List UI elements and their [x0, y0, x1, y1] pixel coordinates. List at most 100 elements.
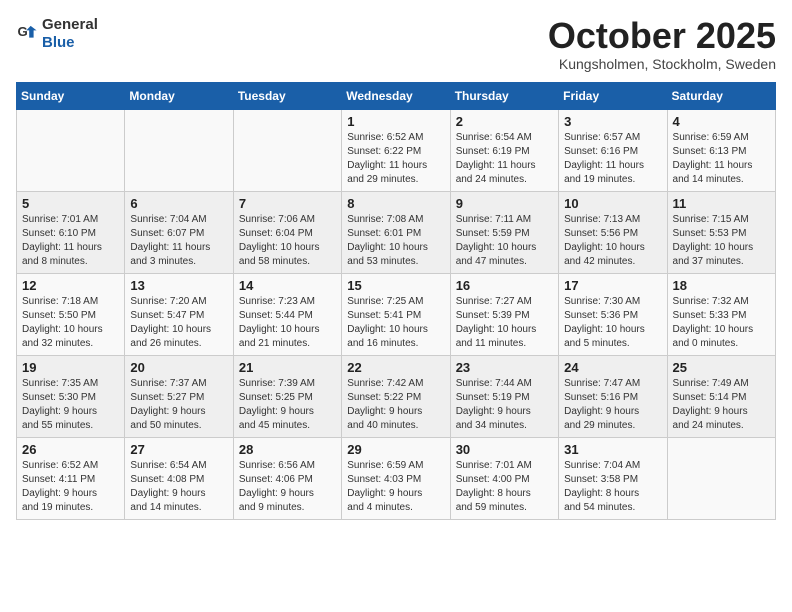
day-number: 26	[22, 442, 119, 457]
day-info: Sunrise: 7:44 AM Sunset: 5:19 PM Dayligh…	[456, 377, 553, 433]
calendar-header-row: SundayMondayTuesdayWednesdayThursdayFrid…	[17, 82, 776, 109]
logo-blue: Blue	[42, 34, 75, 51]
day-number: 13	[130, 278, 227, 293]
calendar-cell: 14 Sunrise: 7:23 AM Sunset: 5:44 PM Dayli…	[233, 273, 341, 355]
day-header-sunday: Sunday	[17, 82, 125, 109]
calendar-cell: 7 Sunrise: 7:06 AM Sunset: 6:04 PM Daylig…	[233, 191, 341, 273]
day-number: 8	[347, 196, 444, 211]
location-title: Kungsholmen, Stockholm, Sweden	[548, 56, 776, 72]
day-info: Sunrise: 6:59 AM Sunset: 6:13 PM Dayligh…	[673, 131, 770, 187]
calendar-cell: 2 Sunrise: 6:54 AM Sunset: 6:19 PM Daylig…	[450, 109, 558, 191]
day-number: 6	[130, 196, 227, 211]
day-info: Sunrise: 7:32 AM Sunset: 5:33 PM Dayligh…	[673, 295, 770, 351]
calendar-cell: 12 Sunrise: 7:18 AM Sunset: 5:50 PM Dayli…	[17, 273, 125, 355]
day-info: Sunrise: 7:01 AM Sunset: 4:00 PM Dayligh…	[456, 459, 553, 515]
day-header-monday: Monday	[125, 82, 233, 109]
calendar-cell: 29 Sunrise: 6:59 AM Sunset: 4:03 PM Dayli…	[342, 437, 450, 519]
day-number: 29	[347, 442, 444, 457]
calendar-cell: 21Sunrise: 7:39 AM Sunset: 5:25 PM Dayli…	[233, 355, 341, 437]
calendar-cell: 19Sunrise: 7:35 AM Sunset: 5:30 PM Dayli…	[17, 355, 125, 437]
day-info: Sunrise: 7:11 AM Sunset: 5:59 PM Dayligh…	[456, 213, 553, 269]
day-info: Sunrise: 7:18 AM Sunset: 5:50 PM Dayligh…	[22, 295, 119, 351]
day-number: 21	[239, 360, 336, 375]
day-number: 15	[347, 278, 444, 293]
day-header-wednesday: Wednesday	[342, 82, 450, 109]
day-number: 28	[239, 442, 336, 457]
day-number: 18	[673, 278, 770, 293]
calendar-cell: 26 Sunrise: 6:52 AM Sunset: 4:11 PM Dayli…	[17, 437, 125, 519]
day-number: 5	[22, 196, 119, 211]
page-header: G General Blue October 2025 Kungsholmen,…	[16, 16, 776, 72]
day-number: 24	[564, 360, 661, 375]
calendar-cell: 4 Sunrise: 6:59 AM Sunset: 6:13 PM Daylig…	[667, 109, 775, 191]
logo-general: General	[42, 16, 98, 33]
calendar-cell: 17 Sunrise: 7:30 AM Sunset: 5:36 PM Dayli…	[559, 273, 667, 355]
day-number: 17	[564, 278, 661, 293]
day-number: 14	[239, 278, 336, 293]
calendar-cell: 5 Sunrise: 7:01 AM Sunset: 6:10 PM Daylig…	[17, 191, 125, 273]
calendar-cell: 27Sunrise: 6:54 AM Sunset: 4:08 PM Dayli…	[125, 437, 233, 519]
day-info: Sunrise: 7:37 AM Sunset: 5:27 PM Dayligh…	[130, 377, 227, 433]
calendar-cell: 20 Sunrise: 7:37 AM Sunset: 5:27 PM Dayli…	[125, 355, 233, 437]
logo-text: General Blue	[42, 16, 98, 52]
day-number: 22	[347, 360, 444, 375]
day-number: 4	[673, 114, 770, 129]
calendar-cell: 10Sunrise: 7:13 AM Sunset: 5:56 PM Dayli…	[559, 191, 667, 273]
calendar-cell: 3 Sunrise: 6:57 AM Sunset: 6:16 PM Daylig…	[559, 109, 667, 191]
day-number: 1	[347, 114, 444, 129]
day-info: Sunrise: 7:25 AM Sunset: 5:41 PM Dayligh…	[347, 295, 444, 351]
calendar-cell: 28 Sunrise: 6:56 AM Sunset: 4:06 PM Dayli…	[233, 437, 341, 519]
day-number: 7	[239, 196, 336, 211]
logo: G General Blue	[16, 16, 98, 52]
day-number: 11	[673, 196, 770, 211]
day-info: Sunrise: 7:42 AM Sunset: 5:22 PM Dayligh…	[347, 377, 444, 433]
calendar-week-2: 5 Sunrise: 7:01 AM Sunset: 6:10 PM Daylig…	[17, 191, 776, 273]
calendar-cell: 9 Sunrise: 7:11 AM Sunset: 5:59 PM Daylig…	[450, 191, 558, 273]
day-info: Sunrise: 7:04 AM Sunset: 6:07 PM Dayligh…	[130, 213, 227, 269]
day-header-saturday: Saturday	[667, 82, 775, 109]
calendar-cell: 15 Sunrise: 7:25 AM Sunset: 5:41 PM Dayli…	[342, 273, 450, 355]
day-number: 31	[564, 442, 661, 457]
day-number: 30	[456, 442, 553, 457]
calendar-cell: 23 Sunrise: 7:44 AM Sunset: 5:19 PM Dayli…	[450, 355, 558, 437]
day-number: 12	[22, 278, 119, 293]
day-info: Sunrise: 7:23 AM Sunset: 5:44 PM Dayligh…	[239, 295, 336, 351]
calendar-cell: 24 Sunrise: 7:47 AM Sunset: 5:16 PM Dayli…	[559, 355, 667, 437]
day-info: Sunrise: 6:52 AM Sunset: 6:22 PM Dayligh…	[347, 131, 444, 187]
day-info: Sunrise: 6:52 AM Sunset: 4:11 PM Dayligh…	[22, 459, 119, 515]
day-number: 16	[456, 278, 553, 293]
day-info: Sunrise: 7:20 AM Sunset: 5:47 PM Dayligh…	[130, 295, 227, 351]
day-header-tuesday: Tuesday	[233, 82, 341, 109]
day-info: Sunrise: 6:57 AM Sunset: 6:16 PM Dayligh…	[564, 131, 661, 187]
day-info: Sunrise: 6:56 AM Sunset: 4:06 PM Dayligh…	[239, 459, 336, 515]
calendar-cell: 13 Sunrise: 7:20 AM Sunset: 5:47 PM Dayli…	[125, 273, 233, 355]
day-info: Sunrise: 7:47 AM Sunset: 5:16 PM Dayligh…	[564, 377, 661, 433]
calendar-cell	[667, 437, 775, 519]
svg-text:G: G	[17, 24, 27, 39]
calendar-cell: 31Sunrise: 7:04 AM Sunset: 3:58 PM Dayli…	[559, 437, 667, 519]
day-info: Sunrise: 6:59 AM Sunset: 4:03 PM Dayligh…	[347, 459, 444, 515]
calendar-cell: 11Sunrise: 7:15 AM Sunset: 5:53 PM Dayli…	[667, 191, 775, 273]
day-info: Sunrise: 7:27 AM Sunset: 5:39 PM Dayligh…	[456, 295, 553, 351]
day-number: 3	[564, 114, 661, 129]
calendar-cell: 8Sunrise: 7:08 AM Sunset: 6:01 PM Daylig…	[342, 191, 450, 273]
day-info: Sunrise: 6:54 AM Sunset: 6:19 PM Dayligh…	[456, 131, 553, 187]
day-info: Sunrise: 7:01 AM Sunset: 6:10 PM Dayligh…	[22, 213, 119, 269]
calendar-cell: 30 Sunrise: 7:01 AM Sunset: 4:00 PM Dayli…	[450, 437, 558, 519]
calendar-cell: 6 Sunrise: 7:04 AM Sunset: 6:07 PM Daylig…	[125, 191, 233, 273]
day-number: 23	[456, 360, 553, 375]
day-info: Sunrise: 7:06 AM Sunset: 6:04 PM Dayligh…	[239, 213, 336, 269]
title-section: October 2025 Kungsholmen, Stockholm, Swe…	[548, 16, 776, 72]
calendar-cell	[17, 109, 125, 191]
calendar-cell: 25Sunrise: 7:49 AM Sunset: 5:14 PM Dayli…	[667, 355, 775, 437]
day-number: 2	[456, 114, 553, 129]
day-number: 25	[673, 360, 770, 375]
calendar-cell	[125, 109, 233, 191]
calendar-week-4: 19Sunrise: 7:35 AM Sunset: 5:30 PM Dayli…	[17, 355, 776, 437]
calendar-week-3: 12 Sunrise: 7:18 AM Sunset: 5:50 PM Dayli…	[17, 273, 776, 355]
day-info: Sunrise: 7:30 AM Sunset: 5:36 PM Dayligh…	[564, 295, 661, 351]
day-number: 20	[130, 360, 227, 375]
calendar-week-5: 26 Sunrise: 6:52 AM Sunset: 4:11 PM Dayli…	[17, 437, 776, 519]
calendar-table: SundayMondayTuesdayWednesdayThursdayFrid…	[16, 82, 776, 520]
day-number: 9	[456, 196, 553, 211]
